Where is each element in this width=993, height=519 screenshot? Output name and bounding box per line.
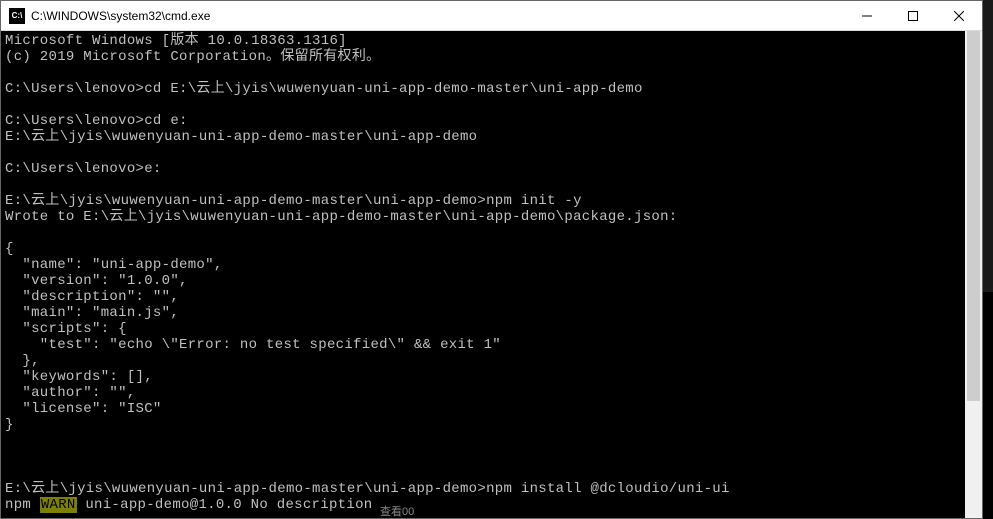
minimize-icon — [862, 11, 872, 21]
background-strip-dark — [983, 292, 993, 519]
footer-hint: 查看00 — [380, 503, 414, 519]
terminal-line: E:\云上\jyis\wuwenyuan-uni-app-demo-master… — [5, 129, 965, 145]
titlebar[interactable]: C:\ C:\WINDOWS\system32\cmd.exe — [1, 1, 982, 31]
terminal-line — [5, 465, 965, 481]
terminal-wrapper: Microsoft Windows [版本 10.0.18363.1316](c… — [1, 31, 982, 518]
terminal-line: (c) 2019 Microsoft Corporation。保留所有权利。 — [5, 49, 965, 65]
terminal-line: "license": "ISC" — [5, 401, 965, 417]
minimize-button[interactable] — [844, 1, 890, 31]
terminal-line — [5, 145, 965, 161]
maximize-button[interactable] — [890, 1, 936, 31]
terminal-line: "name": "uni-app-demo", — [5, 257, 965, 273]
window-controls — [844, 1, 982, 31]
terminal-line: "version": "1.0.0", — [5, 273, 965, 289]
terminal-line: C:\Users\lenovo>e: — [5, 161, 965, 177]
terminal-line — [5, 177, 965, 193]
terminal-line — [5, 225, 965, 241]
terminal-line: Microsoft Windows [版本 10.0.18363.1316] — [5, 33, 965, 49]
terminal-line: E:\云上\jyis\wuwenyuan-uni-app-demo-master… — [5, 481, 965, 497]
scrollbar[interactable] — [965, 31, 982, 518]
terminal-line — [5, 449, 965, 465]
terminal-line: "test": "echo \"Error: no test specified… — [5, 337, 965, 353]
terminal-line: "main": "main.js", — [5, 305, 965, 321]
close-button[interactable] — [936, 1, 982, 31]
terminal-line: C:\Users\lenovo>cd E:\云上\jyis\wuwenyuan-… — [5, 81, 965, 97]
terminal-warn-line: npm WARN uni-app-demo@1.0.0 No descripti… — [5, 497, 965, 513]
warn-badge: WARN — [40, 497, 77, 513]
terminal-line: Wrote to E:\云上\jyis\wuwenyuan-uni-app-de… — [5, 209, 965, 225]
terminal-line: "keywords": [], — [5, 369, 965, 385]
scrollbar-thumb[interactable] — [967, 31, 980, 401]
terminal-line: }, — [5, 353, 965, 369]
terminal-line: "scripts": { — [5, 321, 965, 337]
terminal-line: C:\Users\lenovo>cd e: — [5, 113, 965, 129]
cmd-window: C:\ C:\WINDOWS\system32\cmd.exe Microsof… — [0, 0, 983, 519]
window-title: C:\WINDOWS\system32\cmd.exe — [31, 9, 844, 23]
terminal-line — [5, 65, 965, 81]
terminal-line: E:\云上\jyis\wuwenyuan-uni-app-demo-master… — [5, 193, 965, 209]
terminal-output[interactable]: Microsoft Windows [版本 10.0.18363.1316](c… — [1, 31, 965, 518]
terminal-line: } — [5, 417, 965, 433]
terminal-line: { — [5, 241, 965, 257]
terminal-line — [5, 433, 965, 449]
maximize-icon — [908, 11, 918, 21]
terminal-line: "author": "", — [5, 385, 965, 401]
terminal-line: "description": "", — [5, 289, 965, 305]
cmd-icon: C:\ — [9, 8, 25, 24]
terminal-line — [5, 97, 965, 113]
close-icon — [954, 11, 964, 21]
